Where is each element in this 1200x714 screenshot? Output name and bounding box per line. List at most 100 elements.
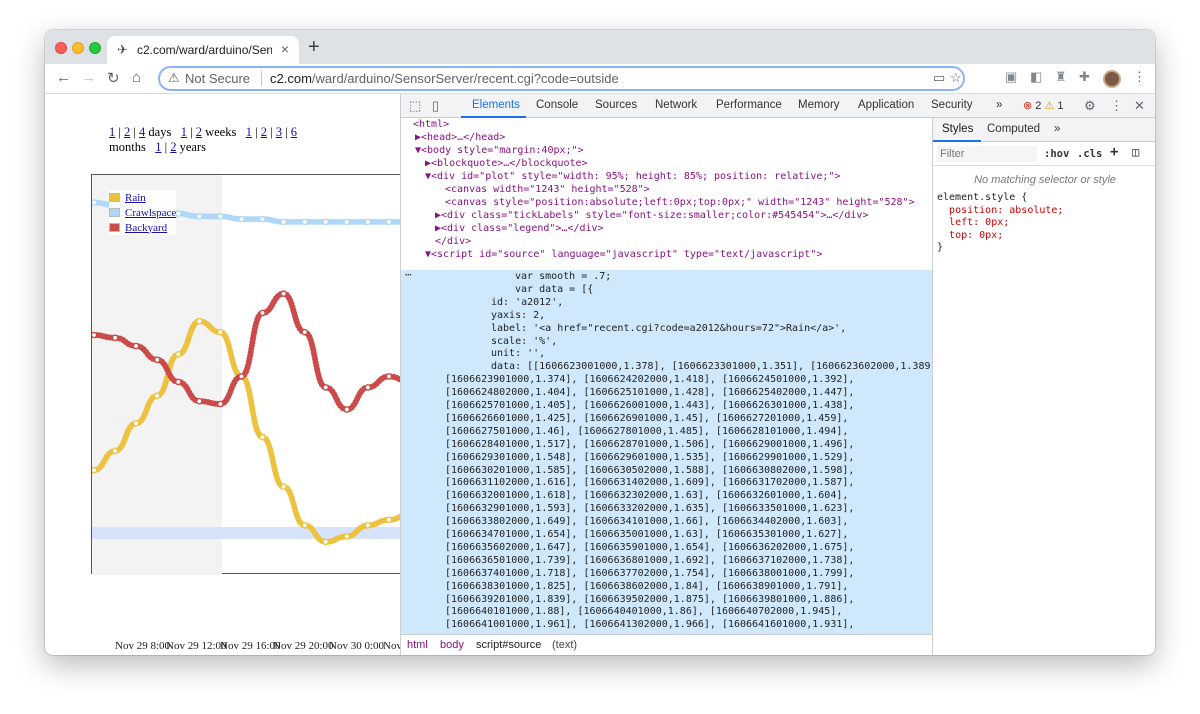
breadcrumb-item[interactable]: html	[407, 639, 428, 651]
styles-filter-input[interactable]	[937, 146, 1037, 162]
breadcrumb-item[interactable]: script#source	[476, 639, 541, 651]
forward-icon[interactable]: →	[81, 69, 96, 86]
new-rule-icon[interactable]: +	[1110, 144, 1118, 160]
x-tick-label: Nov 29 8:00	[115, 640, 170, 652]
tab-console[interactable]: Console	[536, 99, 578, 111]
tab-computed[interactable]: Computed	[987, 123, 1040, 135]
range-day-link[interactable]: 2	[124, 125, 130, 139]
settings-gear-icon[interactable]: ⚙	[1084, 98, 1096, 114]
rule-selector: element.style {	[937, 192, 1028, 203]
dom-node[interactable]: ▶<div class="legend">…</div>	[401, 223, 932, 236]
element-style-rule[interactable]: element.style { position: absolute; left…	[937, 192, 1063, 255]
home-icon[interactable]: ⌂	[132, 69, 141, 86]
breadcrumb-item[interactable]: body	[440, 639, 464, 651]
minimize-window-button[interactable]	[72, 42, 84, 54]
close-window-button[interactable]	[55, 42, 67, 54]
data-point	[259, 309, 266, 317]
dom-node[interactable]: ▼<div id="plot" style="width: 95%; heigh…	[401, 171, 932, 184]
hov-toggle[interactable]: :hov	[1044, 148, 1069, 160]
data-point	[153, 392, 161, 399]
legend-link[interactable]: Crawlspace	[125, 207, 176, 219]
zoom-window-button[interactable]	[89, 42, 101, 54]
issues-badge[interactable]: ⊗ 2 ⚠ 1	[1023, 99, 1064, 112]
security-label[interactable]: Not Secure	[185, 71, 250, 86]
cls-toggle[interactable]: .cls	[1077, 148, 1102, 160]
range-month-link[interactable]: 3	[276, 125, 282, 139]
dom-node[interactable]: ▶<blockquote>…</blockquote>	[401, 158, 932, 171]
tab-elements[interactable]: Elements	[472, 99, 520, 111]
close-devtools-icon[interactable]: ✕	[1134, 98, 1145, 114]
inspect-element-icon[interactable]: ⬚	[409, 98, 421, 114]
range-month-link[interactable]: 2	[261, 125, 267, 139]
styles-filter-bar: :hov .cls + ◫	[933, 142, 1155, 166]
extension-icon[interactable]: ▣	[1005, 69, 1017, 85]
back-icon[interactable]: ←	[56, 69, 71, 86]
rule-property[interactable]: left: 0px;	[949, 217, 1009, 228]
bookmark-star-icon[interactable]: ☆	[950, 70, 962, 86]
data-point	[385, 516, 393, 524]
extension-icon[interactable]: ◧	[1030, 69, 1042, 85]
device-toolbar-icon[interactable]: ▯	[432, 98, 439, 114]
legend-swatch	[109, 208, 120, 217]
tab-sources[interactable]: Sources	[595, 99, 637, 111]
legend-item: Rain	[109, 190, 176, 205]
range-week-link[interactable]: 1	[181, 125, 187, 139]
browser-menu-icon[interactable]: ⋮	[1133, 69, 1146, 85]
dom-node[interactable]: <html>	[401, 119, 932, 132]
tab-memory[interactable]: Memory	[798, 99, 840, 111]
error-count: 2	[1035, 100, 1042, 112]
extension-icon[interactable]: ♜	[1055, 69, 1067, 85]
data-point	[217, 328, 224, 336]
data-point	[175, 350, 182, 358]
reload-icon[interactable]: ↻	[107, 69, 120, 87]
dom-node[interactable]: <canvas width="1243" height="528">	[401, 184, 932, 197]
range-day-link[interactable]: 4	[139, 125, 145, 139]
elements-tree[interactable]: <html> ▶<head>…</head> ▼<body style="mar…	[401, 118, 932, 634]
new-tab-button[interactable]: +	[308, 36, 320, 59]
dom-node[interactable]: </div>	[401, 236, 932, 249]
node-actions-icon[interactable]: ⋯	[405, 268, 412, 282]
range-month-link[interactable]: 1	[246, 125, 252, 139]
source-line: scale: '%',	[491, 335, 558, 347]
url-text[interactable]: c2.com/ward/arduino/SensorServer/recent.…	[270, 71, 619, 86]
dom-node[interactable]: ▶<head>…</head>	[401, 132, 932, 145]
tab-security[interactable]: Security	[931, 99, 973, 111]
dom-node[interactable]: <canvas style="position:absolute;left:0p…	[401, 197, 932, 210]
dom-node[interactable]: ▼<body style="margin:40px;">	[401, 145, 932, 158]
more-panes-icon[interactable]: »	[1054, 123, 1060, 135]
tab-styles[interactable]: Styles	[942, 123, 973, 135]
tab-performance[interactable]: Performance	[716, 99, 782, 111]
legend-link[interactable]: Backyard	[125, 222, 167, 234]
script-source-text[interactable]: var smooth = .7; var data = [{id: 'a2012'…	[401, 270, 932, 634]
source-line: yaxis: 2,	[491, 309, 546, 321]
address-bar[interactable]: ⚠ Not Secure c2.com/ward/arduino/SensorS…	[158, 66, 965, 91]
browser-tab[interactable]: ✈ c2.com/ward/arduino/SensorServer ×	[107, 36, 299, 64]
range-year-link[interactable]: 1	[155, 140, 161, 154]
profile-avatar[interactable]	[1103, 70, 1121, 88]
legend-link[interactable]: Rain	[125, 192, 146, 204]
data-point	[196, 317, 203, 325]
dom-node[interactable]: ▼<script id="source" language="javascrip…	[401, 249, 932, 262]
range-year-link[interactable]: 2	[170, 140, 176, 154]
more-tabs-icon[interactable]: »	[996, 99, 1002, 111]
rule-property[interactable]: top: 0px;	[949, 230, 1003, 241]
cast-icon[interactable]: ▭	[933, 70, 945, 86]
source-line: [1606623901000,1.374], [1606624202000,1.…	[445, 374, 855, 386]
toggle-sidebar-icon[interactable]: ◫	[1132, 145, 1139, 159]
chart-legend: Rain Crawlspace Backyard	[109, 190, 177, 235]
tab-application[interactable]: Application	[858, 99, 914, 111]
x-tick-label: Nov	[383, 640, 400, 652]
devtools-menu-icon[interactable]: ⋮	[1110, 98, 1123, 114]
range-day-link[interactable]: 1	[109, 125, 115, 139]
range-month-link[interactable]: 6	[291, 125, 297, 139]
source-line: var data = [{	[515, 283, 594, 295]
warning-icon[interactable]: ⚠	[168, 70, 180, 86]
dom-node[interactable]: ▶<div class="tickLabels" style="font-siz…	[401, 210, 932, 223]
range-week-link[interactable]: 2	[196, 125, 202, 139]
source-line: [1606634701000,1.654], [1606635001000,1.…	[445, 529, 849, 540]
tab-network[interactable]: Network	[655, 99, 697, 111]
breadcrumb-item[interactable]: (text)	[552, 639, 577, 651]
tab-close-icon[interactable]: ×	[281, 41, 289, 57]
rule-property[interactable]: position: absolute;	[949, 205, 1063, 216]
puzzle-extensions-icon[interactable]: ✚	[1079, 69, 1090, 85]
